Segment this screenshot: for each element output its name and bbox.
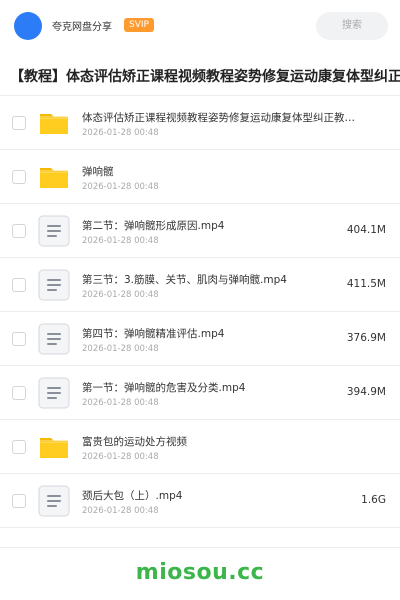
file-date: 2026-01-28 00:48 (82, 344, 159, 354)
avatar[interactable] (14, 12, 42, 40)
file-date: 2026-01-28 00:48 (82, 290, 159, 300)
select-checkbox[interactable] (12, 332, 26, 346)
search-button[interactable]: 搜索 (316, 12, 388, 40)
file-row-4[interactable]: 第三节：3.筋膜、关节、肌肉与弹响髋.mp4 2026-01-28 00:48 … (0, 258, 400, 312)
file-doc-icon (38, 323, 70, 355)
svip-badge: SVIP (124, 18, 154, 32)
file-date: 2026-01-28 00:48 (82, 236, 159, 246)
file-list: 体态评估矫正课程视频教程姿势修复运动康复体型纠正教… 2026-01-28 00… (0, 96, 400, 528)
file-date: 2026-01-28 00:48 (82, 452, 159, 462)
select-checkbox[interactable] (12, 278, 26, 292)
file-row-1[interactable]: 体态评估矫正课程视频教程姿势修复运动康复体型纠正教… 2026-01-28 00… (0, 96, 400, 150)
top-bar: 夸克网盘分享 SVIP 搜索 (0, 0, 400, 52)
file-doc-icon (38, 269, 70, 301)
file-name: 第二节：弹响髋形成原因.mp4 (82, 220, 225, 232)
file-name: 体态评估矫正课程视频教程姿势修复运动康复体型纠正教… (82, 112, 355, 124)
file-name: 富贵包的运动处方视频 (82, 436, 187, 448)
file-size: 404.1M (346, 224, 386, 236)
file-row-6[interactable]: 第一节：弹响髋的危害及分类.mp4 2026-01-28 00:48 394.9… (0, 366, 400, 420)
file-size: 1.6G (361, 494, 386, 506)
folder-icon (38, 431, 70, 463)
select-checkbox[interactable] (12, 440, 26, 454)
file-row-7[interactable]: 富贵包的运动处方视频 2026-01-28 00:48 (0, 420, 400, 474)
share-title: 【教程】体态评估矫正课程视频教程姿势修复运动康复体型纠正 (10, 69, 400, 85)
file-name: 弹响髋 (82, 166, 114, 178)
select-checkbox[interactable] (12, 170, 26, 184)
select-checkbox[interactable] (12, 116, 26, 130)
file-date: 2026-01-28 00:48 (82, 182, 159, 192)
watermark: miosou.cc (135, 560, 265, 585)
file-doc-icon (38, 377, 70, 409)
select-checkbox[interactable] (12, 386, 26, 400)
file-date: 2026-01-28 00:48 (82, 398, 159, 408)
file-name: 第四节：弹响髋精准评估.mp4 (82, 328, 225, 340)
folder-icon (38, 161, 70, 193)
select-checkbox[interactable] (12, 494, 26, 508)
owner-name: 夸克网盘分享 (52, 22, 112, 33)
file-date: 2026-01-28 00:48 (82, 506, 159, 516)
file-name: 颈后大包（上）.mp4 (82, 490, 183, 502)
file-date: 2026-01-28 00:48 (82, 128, 159, 138)
file-row-3[interactable]: 第二节：弹响髋形成原因.mp4 2026-01-28 00:48 404.1M (0, 204, 400, 258)
file-doc-icon (38, 485, 70, 517)
file-name: 第一节：弹响髋的危害及分类.mp4 (82, 382, 246, 394)
file-name: 第三节：3.筋膜、关节、肌肉与弹响髋.mp4 (82, 274, 287, 286)
file-doc-icon (38, 215, 70, 247)
file-row-5[interactable]: 第四节：弹响髋精准评估.mp4 2026-01-28 00:48 376.9M (0, 312, 400, 366)
folder-icon (38, 107, 70, 139)
file-size: 394.9M (346, 386, 386, 398)
file-row-8[interactable]: 颈后大包（上）.mp4 2026-01-28 00:48 1.6G (0, 474, 400, 528)
select-checkbox[interactable] (12, 224, 26, 238)
file-size: 411.5M (346, 278, 386, 290)
file-row-2[interactable]: 弹响髋 2026-01-28 00:48 (0, 150, 400, 204)
list-end-divider (0, 547, 400, 548)
file-size: 376.9M (346, 332, 386, 344)
